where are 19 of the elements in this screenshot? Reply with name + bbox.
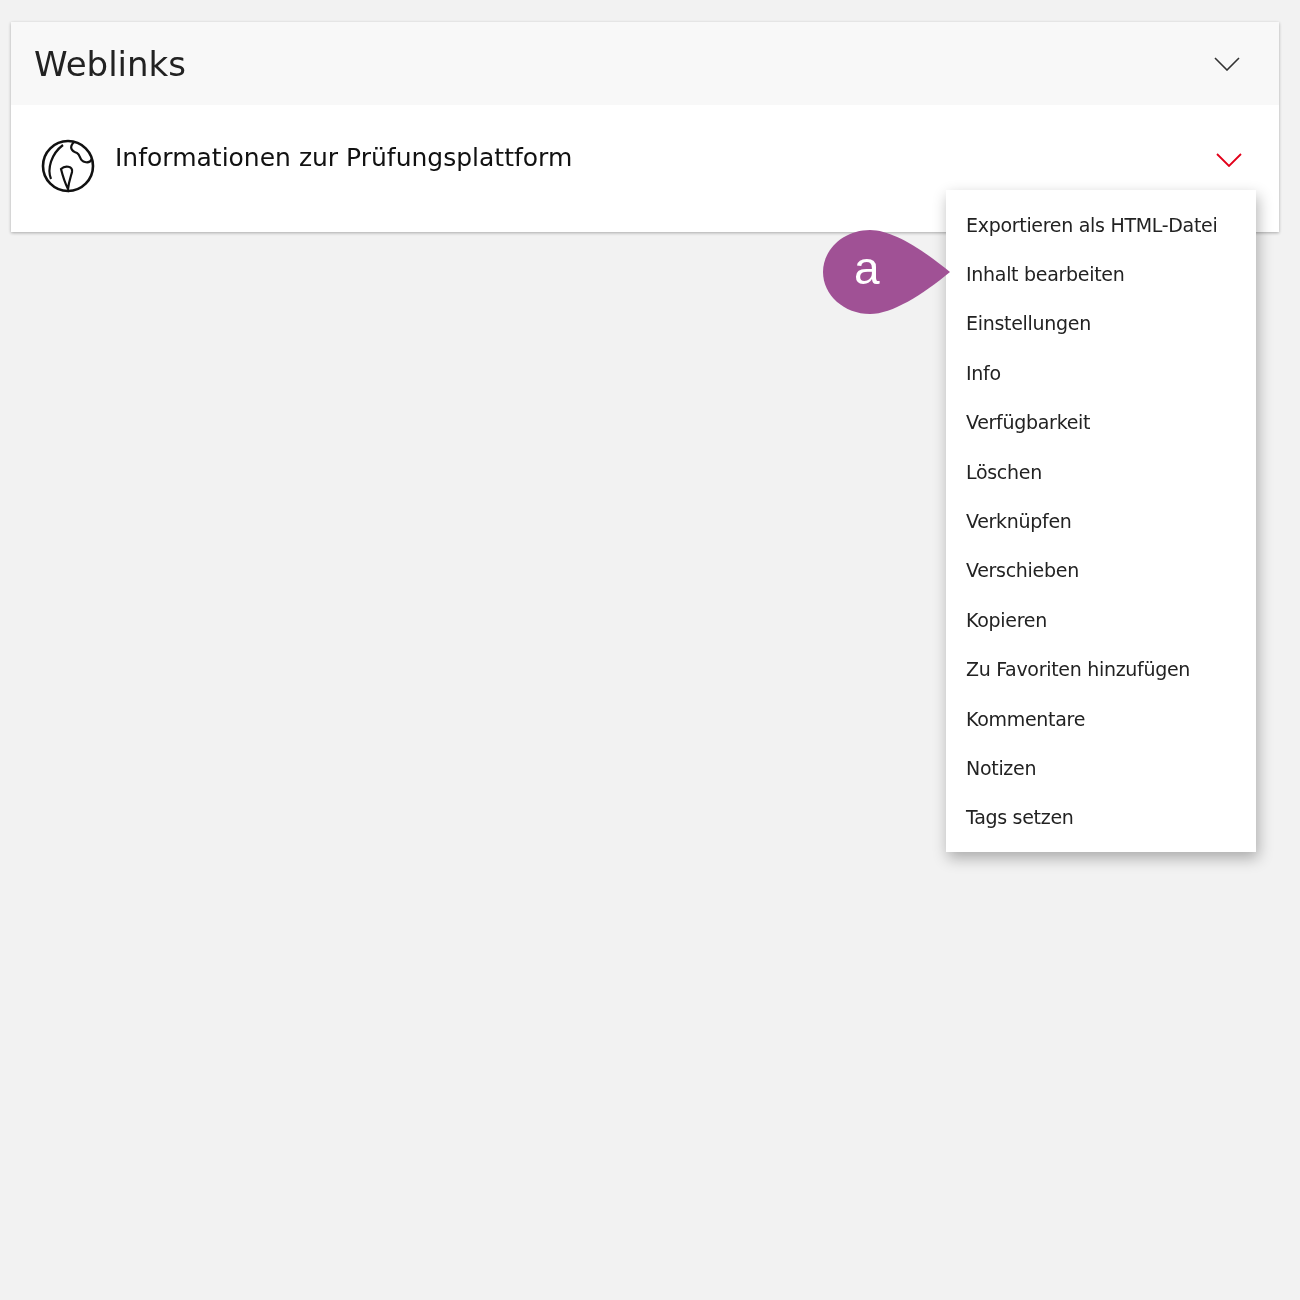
menu-item[interactable]: Inhalt bearbeiten (946, 249, 1256, 299)
menu-item[interactable]: Verschieben (946, 545, 1256, 596)
menu-item[interactable]: Zu Favoriten hinzufügen (946, 644, 1256, 694)
menu-item[interactable]: Exportieren als HTML-Datei (946, 200, 1256, 250)
chevron-icon[interactable] (1214, 56, 1240, 71)
panel-title: Weblinks (34, 43, 186, 84)
callout-label: a (854, 241, 880, 295)
menu-item[interactable]: Verfügbarkeit (946, 397, 1256, 447)
menu-item[interactable]: Verknüpfen (946, 496, 1256, 546)
weblink-title[interactable]: Informationen zur Prüfungsplattform (115, 143, 1216, 172)
menu-item[interactable]: Einstellungen (946, 298, 1256, 349)
menu-item[interactable]: Kommentare (946, 693, 1256, 744)
menu-item[interactable]: Info (946, 348, 1256, 398)
menu-item[interactable]: Notizen (946, 743, 1256, 793)
panel-header[interactable]: Weblinks (11, 22, 1279, 105)
globe-icon (41, 139, 95, 193)
menu-item[interactable]: Kopieren (946, 595, 1256, 645)
menu-item[interactable]: Tags setzen (946, 792, 1256, 843)
menu-item[interactable]: Löschen (946, 446, 1256, 497)
